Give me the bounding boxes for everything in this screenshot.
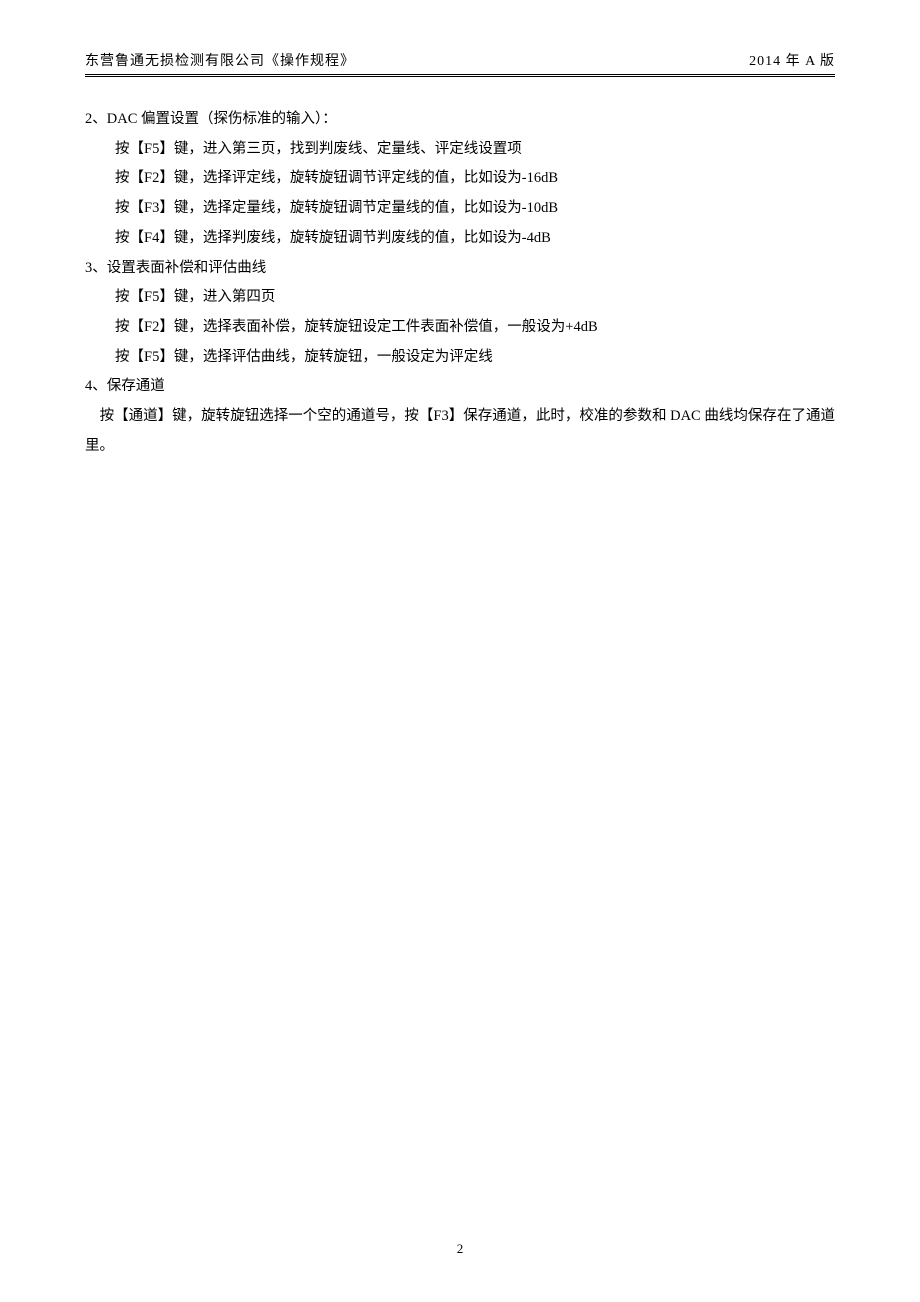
section-2-title: 2、DAC 偏置设置（探伤标准的输入）：	[85, 105, 835, 135]
page-header: 东营鲁通无损检测有限公司《操作规程》 2014 年 A 版	[85, 50, 835, 77]
section-4-title: 4、保存通道	[85, 372, 835, 402]
section-3-line-2: 按【F2】键，选择表面补偿，旋转旋钮设定工件表面补偿值，一般设为+4dB	[85, 313, 835, 343]
section-3-title: 3、设置表面补偿和评估曲线	[85, 254, 835, 284]
header-left-text: 东营鲁通无损检测有限公司《操作规程》	[85, 50, 355, 70]
section-3-line-1: 按【F5】键，进入第四页	[85, 283, 835, 313]
section-4-line-1: 按【通道】键，旋转旋钮选择一个空的通道号，按【F3】保存通道，此时，校准的参数和…	[85, 402, 835, 461]
page-number: 2	[457, 1241, 464, 1256]
page-footer: 2	[0, 1241, 920, 1257]
section-2-line-1: 按【F5】键，进入第三页，找到判废线、定量线、评定线设置项	[85, 135, 835, 165]
header-right-text: 2014 年 A 版	[749, 50, 835, 70]
section-3-line-3: 按【F5】键，选择评估曲线，旋转旋钮，一般设定为评定线	[85, 343, 835, 373]
document-body: 2、DAC 偏置设置（探伤标准的输入）： 按【F5】键，进入第三页，找到判废线、…	[85, 105, 835, 462]
section-2-line-4: 按【F4】键，选择判废线，旋转旋钮调节判废线的值，比如设为-4dB	[85, 224, 835, 254]
document-page: 东营鲁通无损检测有限公司《操作规程》 2014 年 A 版 2、DAC 偏置设置…	[0, 0, 920, 1302]
section-2-line-3: 按【F3】键，选择定量线，旋转旋钮调节定量线的值，比如设为-10dB	[85, 194, 835, 224]
section-2-line-2: 按【F2】键，选择评定线，旋转旋钮调节评定线的值，比如设为-16dB	[85, 164, 835, 194]
